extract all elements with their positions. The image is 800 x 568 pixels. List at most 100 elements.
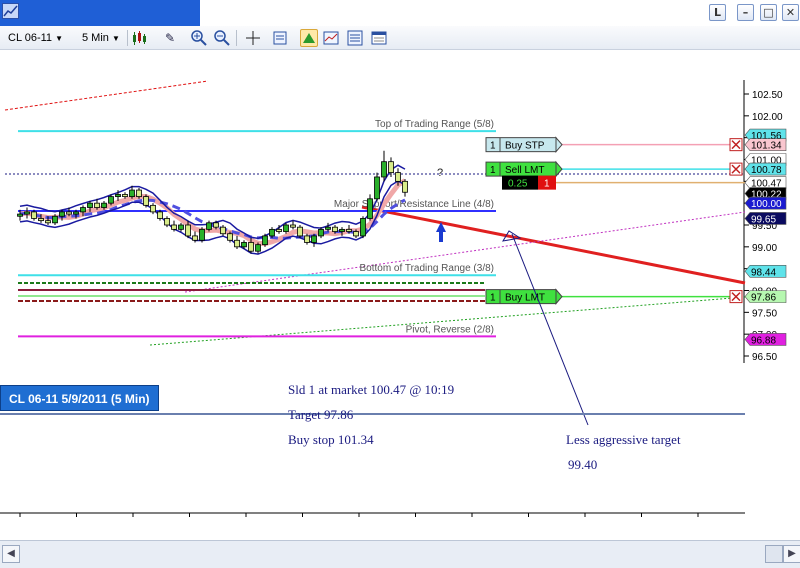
- close-button[interactable]: ✕: [782, 4, 799, 21]
- data-box-icon[interactable]: [271, 29, 289, 47]
- major-support-resistance-label: Major Support/Resistance Line (4/8): [334, 199, 494, 210]
- candle-body[interactable]: [80, 207, 86, 213]
- candle-body[interactable]: [262, 235, 268, 246]
- trend-line-green-dotted[interactable]: [149, 296, 746, 346]
- candle-body[interactable]: [339, 228, 345, 232]
- candle-body[interactable]: [45, 220, 51, 224]
- candle-body[interactable]: [332, 226, 338, 232]
- instrument-label: CL 06-11: [8, 32, 53, 44]
- candle-body[interactable]: [17, 213, 23, 217]
- candle-body[interactable]: [311, 235, 317, 243]
- candle-body[interactable]: [304, 235, 310, 243]
- drawing-tool-icon[interactable]: ✎: [161, 29, 179, 47]
- candle-body[interactable]: [73, 211, 79, 215]
- candle-body[interactable]: [178, 224, 184, 230]
- candle-body[interactable]: [255, 244, 261, 252]
- layout-button[interactable]: L: [709, 4, 726, 21]
- panel-divider[interactable]: [0, 413, 745, 415]
- horizontal-scrollbar[interactable]: ◀ ▶: [0, 540, 800, 568]
- scroll-right-button[interactable]: ▶: [783, 545, 800, 563]
- candle-body[interactable]: [227, 233, 233, 241]
- candle-body[interactable]: [87, 202, 93, 208]
- chart-window-icon: [2, 3, 19, 19]
- chart-area[interactable]: 102.50102.00101.50101.00100.50100.0099.5…: [0, 50, 800, 531]
- maximize-button[interactable]: □: [760, 4, 777, 21]
- candle-body[interactable]: [374, 176, 380, 200]
- candle-body[interactable]: [297, 226, 303, 237]
- candle-body[interactable]: [185, 224, 191, 237]
- price-marker-label: 99.65: [751, 214, 776, 225]
- order-type: Buy STP: [505, 141, 545, 152]
- candle-body[interactable]: [220, 226, 226, 235]
- candle-body[interactable]: [129, 189, 135, 198]
- minimize-button[interactable]: –: [737, 4, 754, 21]
- candle-body[interactable]: [52, 215, 58, 224]
- top-of-trading-range-label: Top of Trading Range (5/8): [375, 119, 494, 130]
- drawing-objects-icon[interactable]: [346, 29, 364, 47]
- chart-toolbar: CL 06-11 ▼ 5 Min ▼ ✎: [0, 26, 800, 50]
- candle-body[interactable]: [59, 211, 65, 217]
- candle-body[interactable]: [213, 222, 219, 228]
- candle-body[interactable]: [24, 211, 30, 215]
- order-lines[interactable]: 1 Buy STP1 Sell LMT1 Buy LMT0.25 1: [485, 136, 745, 305]
- candle-body[interactable]: [241, 242, 247, 248]
- candle-body[interactable]: [164, 218, 170, 226]
- candle-body[interactable]: [346, 228, 352, 232]
- annotation-arrow-line: [511, 233, 589, 426]
- candle-body[interactable]: [248, 242, 254, 252]
- chart-style-icon[interactable]: [131, 29, 149, 47]
- candle-body[interactable]: [395, 172, 401, 182]
- candle-body[interactable]: [360, 218, 366, 237]
- strategy-icon[interactable]: [300, 29, 318, 47]
- trend-line-red-dotted[interactable]: [4, 80, 209, 111]
- candle-body[interactable]: [171, 224, 177, 230]
- trend-line-magenta-dotted[interactable]: [184, 211, 746, 293]
- price-marker-label: 101.34: [751, 141, 782, 152]
- candle-body[interactable]: [157, 211, 163, 219]
- price-tick-label: 99.00: [752, 243, 777, 254]
- price-marker-label: 96.88: [751, 335, 776, 346]
- price-tick-label: 102.50: [752, 90, 783, 101]
- trading-range-levels[interactable]: Top of Trading Range (5/8) Major Support/…: [18, 119, 496, 338]
- scrollbar-thumb[interactable]: [765, 545, 783, 563]
- scroll-left-button[interactable]: ◀: [2, 545, 20, 563]
- candle-body[interactable]: [101, 202, 107, 208]
- order-qty: 1: [490, 293, 496, 304]
- candle-body[interactable]: [38, 218, 44, 222]
- candle-body[interactable]: [283, 224, 289, 232]
- candle-body[interactable]: [122, 194, 128, 198]
- order-tag-arrow-icon: [555, 136, 563, 154]
- candle-body[interactable]: [269, 228, 275, 237]
- candle-body[interactable]: [234, 239, 240, 248]
- candle-body[interactable]: [318, 228, 324, 237]
- zoom-in-icon[interactable]: [190, 29, 208, 47]
- indicators-icon[interactable]: [322, 29, 340, 47]
- candle-body[interactable]: [192, 235, 198, 241]
- interval-selector[interactable]: 5 Min ▼: [82, 29, 127, 47]
- candle-body[interactable]: [115, 194, 121, 198]
- candle-body[interactable]: [199, 228, 205, 241]
- price-marker-label: 98.44: [751, 267, 776, 278]
- candle-body[interactable]: [381, 161, 387, 178]
- candle-body[interactable]: [136, 189, 142, 198]
- candle-body[interactable]: [94, 202, 100, 208]
- candle-body[interactable]: [325, 226, 331, 230]
- price-marker-label: 97.86: [751, 293, 776, 304]
- candle-body[interactable]: [276, 228, 282, 232]
- zoom-out-icon[interactable]: [213, 29, 231, 47]
- candle-body[interactable]: [66, 211, 72, 215]
- instrument-timeframe-badge: CL 06-11 5/9/2011 (5 Min): [0, 385, 159, 411]
- candle-body[interactable]: [367, 198, 373, 219]
- candle-body[interactable]: [150, 204, 156, 213]
- candle-body[interactable]: [290, 224, 296, 228]
- candle-body[interactable]: [143, 196, 149, 206]
- candle-body[interactable]: [402, 180, 408, 193]
- instrument-selector[interactable]: CL 06-11 ▼: [8, 29, 76, 47]
- candle-body[interactable]: [206, 222, 212, 230]
- properties-icon[interactable]: [370, 29, 388, 47]
- candle-body[interactable]: [388, 161, 394, 174]
- candle-body[interactable]: [31, 211, 37, 219]
- candle-body[interactable]: [353, 231, 359, 237]
- crosshair-icon[interactable]: [244, 29, 262, 47]
- candle-body[interactable]: [108, 196, 114, 204]
